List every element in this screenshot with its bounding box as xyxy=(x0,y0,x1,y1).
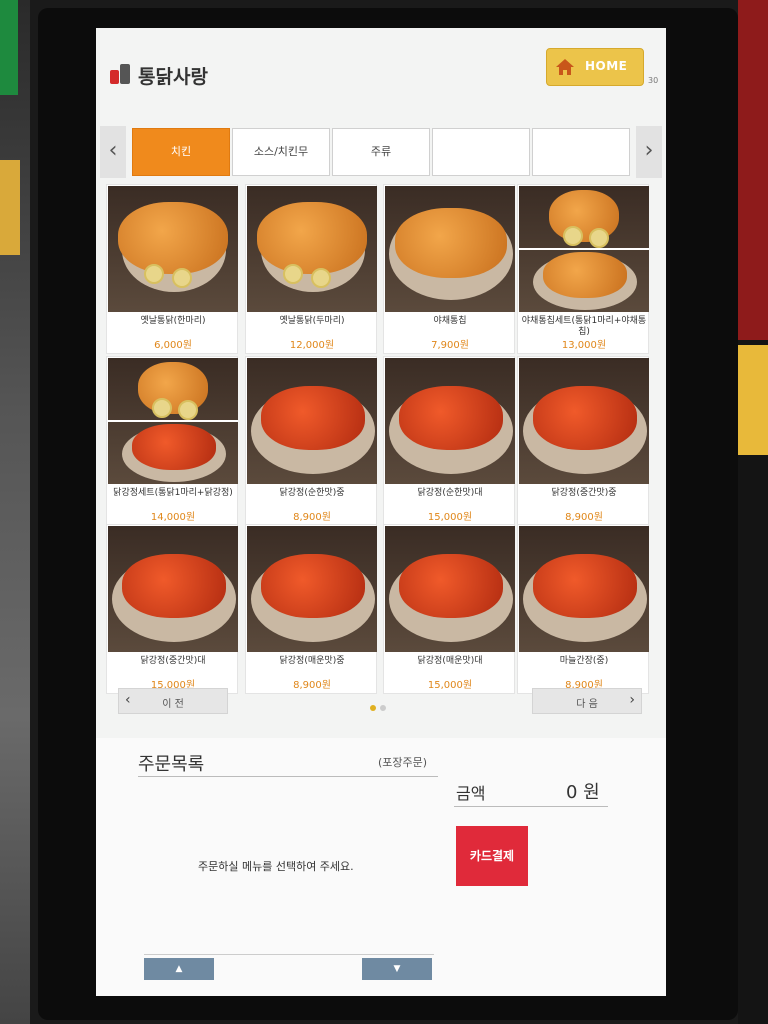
menu-item-name: 닭강정(중간맛)중 xyxy=(551,488,617,498)
menu-item-price: 12,000원 xyxy=(289,340,335,351)
menu-item-photo xyxy=(108,358,238,484)
menu-item-name: 야채통칩 xyxy=(433,316,467,326)
menu-item-name: 닭강정(순한맛)중 xyxy=(279,488,345,498)
menu-item-photo xyxy=(108,186,238,312)
divider xyxy=(144,954,434,955)
menu-item-price: 8,900원 xyxy=(565,512,603,523)
tabs-next-button[interactable]: › xyxy=(636,126,662,178)
page-indicator xyxy=(370,696,390,715)
menu-item-photo xyxy=(519,358,649,484)
menu-item-photo xyxy=(108,526,238,652)
divider xyxy=(138,776,438,777)
next-page-button[interactable]: 다 음 › xyxy=(532,688,642,714)
header: 통닭사랑 HOME 30 xyxy=(96,28,666,118)
background-panel-red xyxy=(738,0,768,340)
prev-page-label: 이 전 xyxy=(162,699,184,710)
menu-item-photo xyxy=(385,186,515,312)
menu-item-price: 8,900원 xyxy=(293,512,331,523)
tab-label: 소스/치킨무 xyxy=(253,145,309,158)
tab-chicken[interactable]: 치킨 xyxy=(132,128,230,176)
background-wall-left xyxy=(0,0,30,1024)
kiosk-screen: 통닭사랑 HOME 30 ‹ 치킨 소스/치킨무 주류 › 옛날통닭(한마리) … xyxy=(96,28,666,996)
menu-item-name: 닭강정(매운맛)대 xyxy=(417,656,483,666)
page-dot xyxy=(370,705,376,711)
home-label: HOME xyxy=(585,59,628,73)
tab-empty-4[interactable] xyxy=(432,128,530,176)
menu-item-card[interactable]: 닭강정(중간맛)중 8,900원 xyxy=(517,356,649,526)
order-empty-message: 주문하실 메뉴를 선택하여 주세요. xyxy=(198,860,354,873)
home-button[interactable]: HOME xyxy=(546,48,644,86)
menu-item-card[interactable]: 닭강정(중간맛)대 15,000원 xyxy=(106,524,238,694)
menu-item-photo xyxy=(519,526,649,652)
menu-item-price: 13,000원 xyxy=(561,340,607,351)
menu-item-card[interactable]: 야채통칩세트(통닭1마리+야채통칩) 13,000원 xyxy=(517,184,649,354)
menu-item-card[interactable]: 야채통칩 7,900원 xyxy=(383,184,515,354)
menu-item-card[interactable]: 닭강정(순한맛)대 15,000원 xyxy=(383,356,515,526)
order-scroll-down-button[interactable]: ▼ xyxy=(362,958,432,980)
chevron-left-icon: ‹ xyxy=(108,138,118,163)
amount-label: 금액 xyxy=(456,784,486,803)
prev-page-button[interactable]: ‹ 이 전 xyxy=(118,688,228,714)
menu-item-name: 옛날통닭(한마리) xyxy=(140,316,206,326)
menu-item-card[interactable]: 옛날통닭(한마리) 6,000원 xyxy=(106,184,238,354)
menu-item-photo xyxy=(519,186,649,312)
card-payment-label: 카드결제 xyxy=(469,849,515,863)
tabs-prev-button[interactable]: ‹ xyxy=(100,126,126,178)
amount-value: 0 원 xyxy=(566,782,600,803)
session-timer: 30 xyxy=(648,76,659,85)
menu-pager: ‹ 이 전 다 음 › xyxy=(96,688,666,714)
menu-item-price: 15,000원 xyxy=(427,512,473,523)
chevron-right-icon: › xyxy=(629,692,635,708)
order-list-title: 주문목록 xyxy=(138,754,205,775)
menu-item-photo xyxy=(385,358,515,484)
menu-item-name: 야채통칩세트(통닭1마리+야채통칩) xyxy=(521,316,647,337)
arrow-up-icon: ▲ xyxy=(175,964,183,974)
home-icon xyxy=(556,59,574,75)
background-wall-right xyxy=(732,0,768,1024)
page-dot xyxy=(380,705,386,711)
menu-item-card[interactable]: 닭강정(매운맛)대 15,000원 xyxy=(383,524,515,694)
menu-item-photo xyxy=(385,526,515,652)
menu-item-name: 옛날통닭(두마리) xyxy=(279,316,345,326)
menu-item-price: 6,000원 xyxy=(154,340,192,351)
category-tabs: ‹ 치킨 소스/치킨무 주류 › xyxy=(96,126,666,178)
menu-item-photo xyxy=(247,526,377,652)
divider xyxy=(454,806,608,807)
menu-item-card[interactable]: 닭강정세트(통닭1마리+닭강정) 14,000원 xyxy=(106,356,238,526)
next-page-label: 다 음 xyxy=(576,699,598,710)
card-payment-button[interactable]: 카드결제 xyxy=(456,826,528,886)
order-scroll-up-button[interactable]: ▲ xyxy=(144,958,214,980)
arrow-down-icon: ▼ xyxy=(393,964,401,974)
menu-item-name: 닭강정(매운맛)중 xyxy=(279,656,345,666)
menu-item-name: 마늘간장(중) xyxy=(559,656,609,666)
tab-label: 치킨 xyxy=(170,145,192,158)
tab-drinks[interactable]: 주류 xyxy=(332,128,430,176)
background-sign-yellow xyxy=(0,160,20,255)
menu-item-name: 닭강정(순한맛)대 xyxy=(417,488,483,498)
menu-item-photo xyxy=(247,358,377,484)
menu-item-card[interactable]: 닭강정(매운맛)중 8,900원 xyxy=(245,524,377,694)
menu-item-price: 14,000원 xyxy=(150,512,196,523)
menu-item-name: 닭강정세트(통닭1마리+닭강정) xyxy=(113,488,233,498)
brand-name: 통닭사랑 xyxy=(138,66,208,88)
menu-item-photo xyxy=(247,186,377,312)
menu-item-card[interactable]: 옛날통닭(두마리) 12,000원 xyxy=(245,184,377,354)
tab-label: 주류 xyxy=(370,145,392,158)
order-panel: 주문목록 (포장주문) 금액 0 원 주문하실 메뉴를 선택하여 주세요. 카드… xyxy=(96,738,666,996)
menu-item-name: 닭강정(중간맛)대 xyxy=(140,656,206,666)
tab-empty-5[interactable] xyxy=(532,128,630,176)
tab-sauce-radish[interactable]: 소스/치킨무 xyxy=(232,128,330,176)
menu-item-card[interactable]: 마늘간장(중) 8,900원 xyxy=(517,524,649,694)
order-type: (포장주문) xyxy=(378,756,428,769)
menu-item-price: 7,900원 xyxy=(431,340,469,351)
chevron-right-icon: › xyxy=(644,138,654,163)
menu-item-card[interactable]: 닭강정(순한맛)중 8,900원 xyxy=(245,356,377,526)
brand-logo-icon xyxy=(110,64,130,84)
background-sign-green xyxy=(0,0,18,95)
